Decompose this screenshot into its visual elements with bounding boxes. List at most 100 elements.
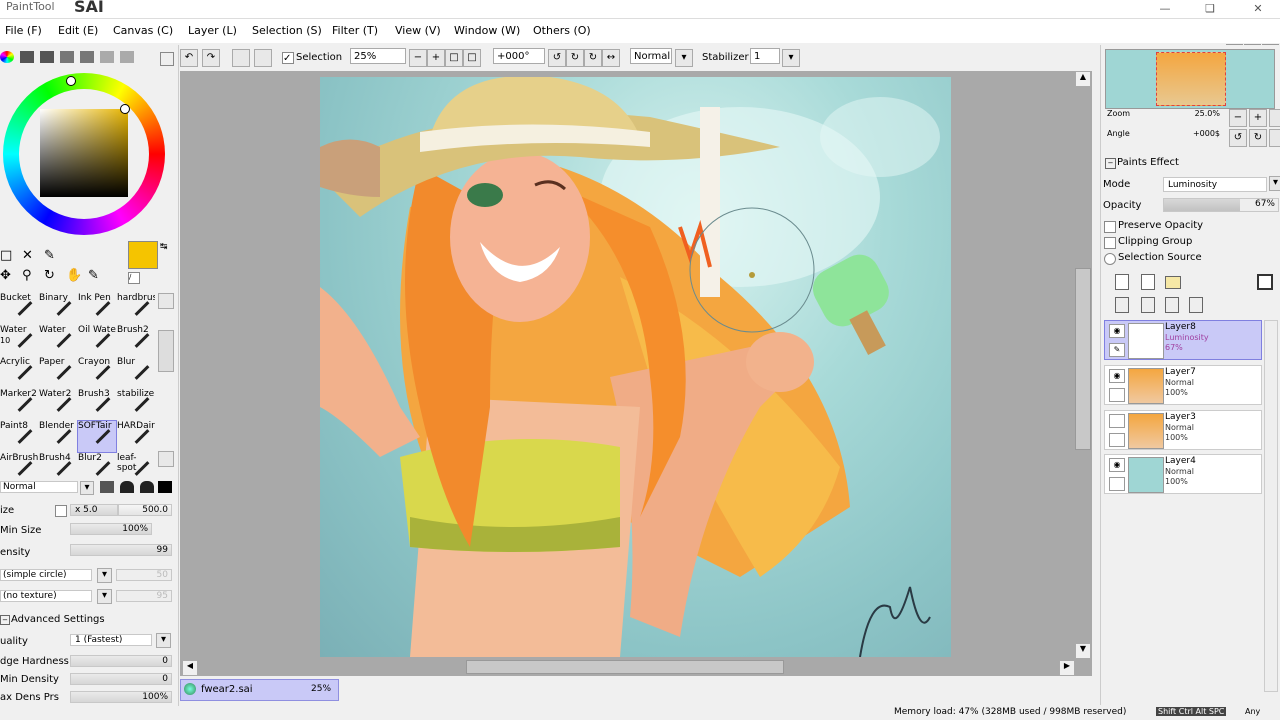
color-marker[interactable] <box>120 104 130 114</box>
zoom-minus-icon[interactable]: − <box>409 49 427 67</box>
navigator-preview[interactable] <box>1105 49 1275 109</box>
brush-slot[interactable]: Binary <box>39 293 77 324</box>
max-dens-slider[interactable]: 100% <box>70 691 172 703</box>
brush-texture-select[interactable]: (no texture) <box>0 590 92 602</box>
texture-dropdown-icon[interactable]: ▾ <box>97 589 112 604</box>
vscroll-up-icon[interactable]: ▲ <box>1075 71 1091 87</box>
hscroll-right-icon[interactable]: ▶ <box>1059 660 1075 676</box>
zoom-fit-icon[interactable]: □ <box>463 49 481 67</box>
lock-icon[interactable] <box>1109 388 1125 402</box>
shape-strength-slider[interactable]: 50 <box>116 569 172 581</box>
zoom-reset-icon[interactable]: □ <box>445 49 463 67</box>
visibility-icon[interactable]: ◉ <box>1109 369 1125 383</box>
zoom-field[interactable]: 25% <box>350 48 406 64</box>
blend-field[interactable]: Normal <box>630 48 672 64</box>
opacity-slider[interactable]: 67% <box>1163 198 1279 212</box>
layer-menu-icon[interactable] <box>1257 274 1273 290</box>
layer-row[interactable]: ◉ Layer4 Normal 100% <box>1104 454 1262 494</box>
density-slider[interactable]: 99 <box>70 544 172 556</box>
brush-shape-select[interactable]: (simple circle) <box>0 569 92 581</box>
size-pressure-checkbox[interactable] <box>55 505 67 517</box>
brush-slot[interactable]: Blur2 <box>78 453 116 484</box>
brush-slot[interactable]: SOFTair <box>77 420 117 453</box>
swatches-tab-icon[interactable] <box>80 51 94 63</box>
menu-filter[interactable]: Filter (T) <box>332 24 378 37</box>
stabilizer-field[interactable]: 1 <box>750 48 780 64</box>
hsv-slider-tab-icon[interactable] <box>40 51 54 63</box>
visibility-icon[interactable] <box>1109 414 1125 428</box>
menu-canvas[interactable]: Canvas (C) <box>113 24 173 37</box>
brush-slot[interactable]: Blender <box>39 421 77 452</box>
paints-effect-collapse-icon[interactable]: − <box>1105 158 1116 169</box>
lock-icon[interactable] <box>1109 477 1125 491</box>
brush-slot[interactable]: Ink Pen <box>78 293 116 324</box>
clear-layer-icon[interactable] <box>1165 297 1179 313</box>
panel-menu-icon[interactable] <box>160 52 174 66</box>
paints-effect-label[interactable]: Paints Effect <box>1117 157 1179 168</box>
brush-slot[interactable]: HARDair <box>117 421 155 452</box>
preserve-opacity-checkbox[interactable] <box>1104 221 1116 233</box>
hand-icon[interactable]: ✋ <box>66 268 82 283</box>
brush-slot[interactable]: Brush2 <box>117 325 155 356</box>
nav-zoom-in-icon[interactable]: + <box>1249 109 1267 127</box>
merge-down-icon[interactable] <box>1141 297 1155 313</box>
lasso-icon[interactable]: ✕ <box>22 248 33 263</box>
brush-shape-medium-icon[interactable] <box>120 481 134 493</box>
transparent-color-icon[interactable]: ∕ <box>128 272 140 284</box>
nav-rotate-right-icon[interactable]: ↻ <box>1249 129 1267 147</box>
color-mix-tab-icon[interactable] <box>60 51 74 63</box>
blend-dropdown-icon[interactable]: ▾ <box>675 49 693 67</box>
nav-zoom-slider[interactable]: 25.0% <box>1105 109 1223 119</box>
lock-icon[interactable]: ✎ <box>1109 343 1125 357</box>
brush-slot[interactable]: Bucket <box>0 293 38 324</box>
brush-slot[interactable]: Brush4 <box>39 453 77 484</box>
copy-layer-icon[interactable] <box>1115 297 1129 313</box>
edge-hardness-slider[interactable]: 0 <box>70 655 172 667</box>
layer-row[interactable]: Layer3 Normal 100% <box>1104 410 1262 450</box>
layer-mode-select[interactable]: Luminosity <box>1163 177 1267 192</box>
menu-selection[interactable]: Selection (S) <box>252 24 322 37</box>
menu-layer[interactable]: Layer (L) <box>188 24 237 37</box>
nav-zoom-out-icon[interactable]: − <box>1229 109 1247 127</box>
shape-dropdown-icon[interactable]: ▾ <box>97 568 112 583</box>
brush-shape-soft-icon[interactable] <box>100 481 114 493</box>
brush-slot[interactable]: AirBrush <box>0 453 38 484</box>
rgb-slider-tab-icon[interactable] <box>20 51 34 63</box>
color-wheel-tab-icon[interactable] <box>0 51 14 63</box>
brush-scroll-down-icon[interactable] <box>158 451 174 467</box>
scratchpad-tab-icon[interactable] <box>100 51 114 63</box>
texture-strength-slider[interactable]: 95 <box>116 590 172 602</box>
brush-shape-hard-icon[interactable] <box>140 481 154 493</box>
nav-rotate-reset-icon[interactable] <box>1269 129 1280 147</box>
minimize-icon[interactable]: — <box>1155 2 1175 16</box>
maximize-icon[interactable]: ❑ <box>1200 2 1220 16</box>
selection-source-checkbox[interactable] <box>1104 253 1116 265</box>
min-size-slider[interactable]: 100% <box>70 523 152 535</box>
blend-select-dropdown-icon[interactable]: ▾ <box>80 481 94 495</box>
rotate-tool-icon[interactable]: ↻ <box>44 268 55 283</box>
hscroll-left-icon[interactable]: ◀ <box>182 660 198 676</box>
brush-slot[interactable]: Water 10 <box>0 325 38 356</box>
rotate-right-icon[interactable]: ↻ <box>566 49 584 67</box>
new-linework-layer-icon[interactable] <box>1141 274 1155 290</box>
brush-slot[interactable]: Water2 <box>39 389 77 420</box>
zoom-tool-icon[interactable]: ⚲ <box>22 268 32 283</box>
new-layer-icon[interactable] <box>1115 274 1129 290</box>
menu-others[interactable]: Others (O) <box>533 24 591 37</box>
menu-view[interactable]: View (V) <box>395 24 441 37</box>
min-density-slider[interactable]: 0 <box>70 673 172 685</box>
brush-slot[interactable]: Oil Wate <box>78 325 116 356</box>
close-icon[interactable]: ✕ <box>1248 2 1268 16</box>
document-tab[interactable]: fwear2.sai 25% <box>180 679 339 701</box>
vscroll-down-icon[interactable]: ▼ <box>1075 643 1091 659</box>
magic-wand-icon[interactable]: ✎ <box>44 248 55 263</box>
delete-layer-icon[interactable] <box>1189 297 1203 313</box>
nav-rotate-left-icon[interactable]: ↺ <box>1229 129 1247 147</box>
brush-slot[interactable]: hardbrus <box>117 293 155 324</box>
brush-slot[interactable]: Paint8 <box>0 421 38 452</box>
undo-icon[interactable]: ↶ <box>180 49 198 67</box>
vscroll-thumb[interactable] <box>1075 268 1091 450</box>
size-slider[interactable]: 500.0 <box>118 504 172 516</box>
saturation-value-square[interactable] <box>40 109 128 197</box>
hue-marker[interactable] <box>66 76 76 86</box>
